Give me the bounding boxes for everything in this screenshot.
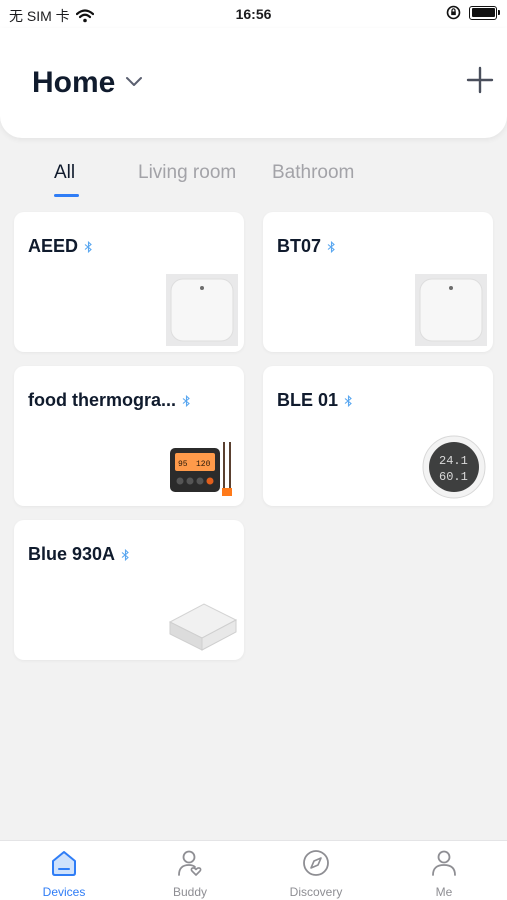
- person-icon: [432, 850, 456, 876]
- bluetooth-icon: [182, 394, 190, 407]
- device-name: BT07: [277, 236, 322, 256]
- thermo-hygrometer-image: 24.1 60.1: [422, 435, 486, 499]
- active-tab-indicator: [54, 194, 79, 197]
- status-time: 16:56: [235, 6, 272, 22]
- device-card-bt07[interactable]: BT07: [263, 212, 493, 352]
- thermometer-reading-left: 95: [178, 460, 188, 469]
- home-icon: [52, 851, 76, 876]
- nav-devices[interactable]: Devices: [14, 841, 114, 900]
- nav-me[interactable]: Me: [394, 841, 494, 900]
- device-name: AEED: [28, 236, 79, 256]
- bluetooth-icon: [121, 548, 129, 561]
- hygrometer-reading-top: 24.1: [439, 454, 468, 468]
- device-card-ble01[interactable]: BLE 01 24.1 60.1: [263, 366, 493, 506]
- header: Home: [0, 28, 507, 138]
- hygrometer-reading-bottom: 60.1: [439, 470, 468, 484]
- bluetooth-icon: [327, 240, 335, 253]
- nav-discovery[interactable]: Discovery: [266, 841, 366, 900]
- thermometer-reading-right: 120: [196, 460, 211, 469]
- nav-label: Buddy: [172, 885, 208, 899]
- nav-label: Discovery: [289, 885, 343, 899]
- gateway-device-image: [166, 274, 238, 346]
- compass-icon: [303, 850, 329, 876]
- nav-label: Devices: [42, 885, 86, 899]
- food-thermometer-image: 95 120: [170, 442, 232, 496]
- device-name: BLE 01: [277, 390, 339, 410]
- battery-icon: [469, 5, 500, 20]
- home-selector-title[interactable]: Home: [32, 66, 115, 100]
- orientation-lock-icon: [446, 5, 461, 20]
- add-device-button[interactable]: [466, 66, 494, 94]
- tab-living-room[interactable]: Living room: [138, 162, 236, 184]
- bluetooth-icon: [344, 394, 352, 407]
- status-bar: 无 SIM 卡 16:56: [0, 0, 507, 28]
- bottom-nav: Devices Buddy Discovery Me: [0, 840, 507, 900]
- gateway-device-image: [415, 274, 487, 346]
- device-name: food thermogra...: [28, 390, 176, 410]
- bluetooth-icon: [84, 240, 92, 253]
- device-card-blue-930a[interactable]: Blue 930A: [14, 520, 244, 660]
- nav-buddy[interactable]: Buddy: [140, 841, 240, 900]
- device-card-food-thermometer[interactable]: food thermogra... 95 120: [14, 366, 244, 506]
- device-name: Blue 930A: [28, 544, 116, 564]
- tab-bathroom[interactable]: Bathroom: [272, 162, 354, 184]
- nav-label: Me: [435, 885, 453, 899]
- buddy-icon: [178, 850, 202, 876]
- tab-all[interactable]: All: [54, 162, 75, 184]
- device-card-aeed[interactable]: AEED: [14, 212, 244, 352]
- status-right: [446, 5, 500, 20]
- chevron-down-icon[interactable]: [125, 76, 143, 88]
- room-tabs: All Living room Bathroom: [0, 158, 507, 202]
- gateway-box-image: [168, 603, 238, 651]
